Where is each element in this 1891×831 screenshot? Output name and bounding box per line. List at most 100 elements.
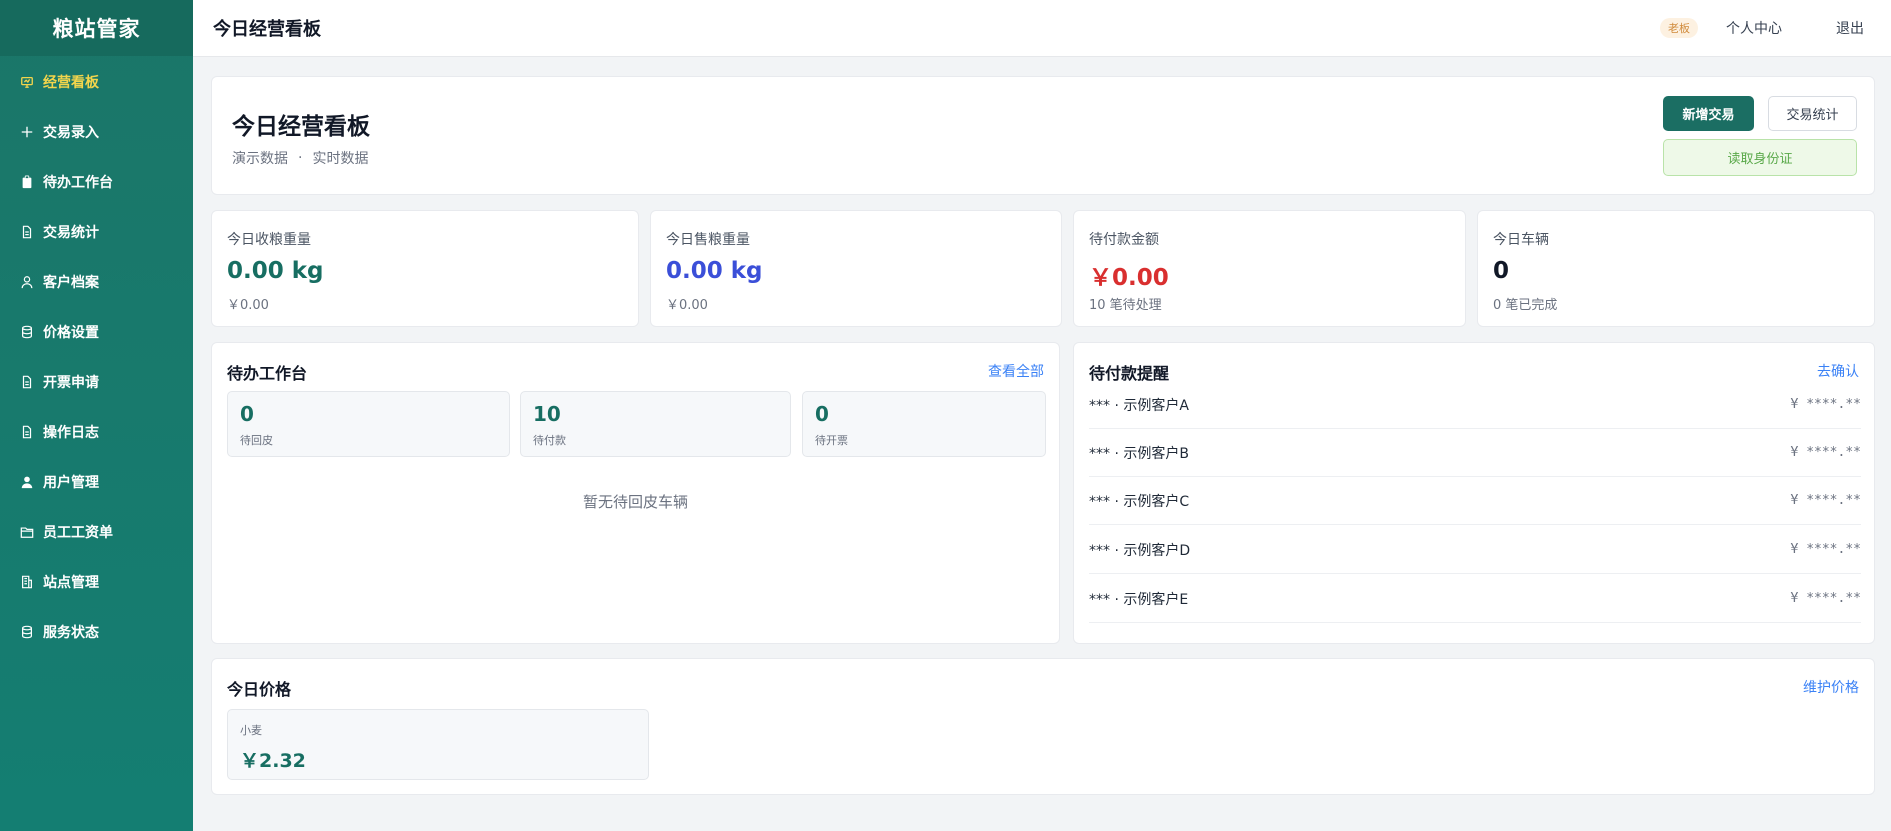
sidebar-item-label: 员工工资单 [43, 525, 113, 541]
document-icon [20, 425, 34, 439]
logout-link[interactable]: 退出 [1836, 18, 1864, 38]
reminder-row[interactable]: *** · 示例客户C ¥ ****.** [1089, 477, 1861, 525]
reminder-amount: ¥ ****.** [1790, 397, 1861, 412]
sidebar-item-label: 经营看板 [43, 75, 99, 91]
empty-message: 暂无待回皮车辆 [582, 493, 688, 511]
todo-item-pending-invoice[interactable]: 0 待开票 [802, 391, 1046, 457]
todo-count: 10 [533, 402, 561, 426]
view-all-link[interactable]: 查看全部 [988, 361, 1044, 381]
stat-label: 今日车辆 [1493, 232, 1549, 248]
sidebar-item-label: 交易统计 [43, 225, 99, 241]
sidebar: 粮站管家 经营看板 交易录入 待办工作台 交易统计 客户档案 价格设置 开票申请… [0, 0, 193, 831]
trade-stats-button[interactable]: 交易统计 [1768, 96, 1857, 131]
maintain-price-link[interactable]: 维护价格 [1803, 677, 1859, 697]
stat-sub: ￥0.00 [227, 298, 269, 313]
todo-item-return-tare[interactable]: 0 待回皮 [227, 391, 510, 457]
sidebar-item-price-settings[interactable]: 价格设置 [0, 307, 193, 357]
sidebar-item-customers[interactable]: 客户档案 [0, 257, 193, 307]
reminder-amount: ¥ ****.** [1790, 493, 1861, 508]
sidebar-item-label: 服务状态 [43, 625, 99, 641]
price-item-wheat: 小麦 ￥2.32 [227, 709, 649, 780]
folder-icon [20, 525, 34, 539]
price-item-name: 小麦 [240, 724, 262, 737]
dashboard-icon [20, 75, 34, 89]
document-icon [20, 225, 34, 239]
stat-card-vehicles: 今日车辆 0 0 笔已完成 [1477, 210, 1875, 327]
hero-title: 今日经营看板 [232, 114, 370, 140]
read-id-card-button[interactable]: 读取身份证 [1663, 139, 1857, 176]
profile-link[interactable]: 个人中心 [1726, 18, 1782, 38]
stat-label: 待付款金额 [1089, 232, 1159, 248]
clipboard-icon [20, 175, 34, 189]
separator: · [298, 150, 303, 166]
reminder-customer: *** · 示例客户E [1089, 591, 1189, 608]
stat-label: 今日售粮重量 [666, 232, 750, 248]
confirm-link[interactable]: 去确认 [1817, 361, 1859, 381]
user-outline-icon [20, 275, 34, 289]
today-price-panel: 今日价格 维护价格 小麦 ￥2.32 [211, 658, 1875, 795]
sidebar-item-label: 交易录入 [43, 125, 99, 141]
stat-value: 0.00 kg [666, 258, 763, 284]
sidebar-item-users[interactable]: 用户管理 [0, 457, 193, 507]
todo-panel: 待办工作台 查看全部 0 待回皮 10 待付款 0 待开票 暂无待回皮车辆 [211, 342, 1060, 644]
reminder-amount: ¥ ****.** [1790, 542, 1861, 557]
sidebar-item-logs[interactable]: 操作日志 [0, 407, 193, 457]
stat-card-purchase-weight: 今日收粮重量 0.00 kg ￥0.00 [211, 210, 639, 327]
realtime-data-label: 实时数据 [312, 151, 369, 167]
reminder-amount: ¥ ****.** [1790, 591, 1861, 606]
reminder-customer: *** · 示例客户C [1089, 493, 1190, 510]
stat-value: ￥0.00 [1089, 265, 1169, 291]
stat-value: 0 [1493, 258, 1510, 284]
stat-sub: 0 笔已完成 [1493, 298, 1558, 313]
payment-reminder-panel: 待付款提醒 去确认 *** · 示例客户A ¥ ****.** *** · 示例… [1073, 342, 1875, 644]
price-title: 今日价格 [227, 680, 292, 699]
todo-label: 待开票 [815, 434, 848, 447]
sidebar-nav: 经营看板 交易录入 待办工作台 交易统计 客户档案 价格设置 开票申请 操作日志… [0, 56, 193, 657]
reminder-row[interactable]: *** · 示例客户D ¥ ****.** [1089, 526, 1861, 574]
reminder-row[interactable]: *** · 示例客户B ¥ ****.** [1089, 429, 1861, 477]
sidebar-item-trade-entry[interactable]: 交易录入 [0, 107, 193, 157]
sidebar-item-stations[interactable]: 站点管理 [0, 557, 193, 607]
plus-icon [20, 125, 34, 139]
brand-title: 粮站管家 [0, 0, 193, 56]
role-badge: 老板 [1660, 18, 1698, 38]
sidebar-item-label: 价格设置 [43, 325, 99, 341]
reminder-customer: *** · 示例客户D [1089, 542, 1191, 559]
sidebar-item-label: 用户管理 [43, 475, 99, 491]
reminder-amount: ¥ ****.** [1790, 445, 1861, 460]
sidebar-item-payroll[interactable]: 员工工资单 [0, 507, 193, 557]
sidebar-item-todo[interactable]: 待办工作台 [0, 157, 193, 207]
topbar: 今日经营看板 老板 个人中心 退出 [193, 0, 1891, 57]
dashboard-hero: 今日经营看板 演示数据 · 实时数据 新增交易 交易统计 读取身份证 [211, 76, 1875, 195]
page-title: 今日经营看板 [213, 19, 321, 40]
sidebar-item-trade-stats[interactable]: 交易统计 [0, 207, 193, 257]
stat-label: 今日收粮重量 [227, 232, 311, 248]
stat-sub: 10 笔待处理 [1089, 298, 1162, 313]
stat-value: 0.00 kg [227, 258, 324, 284]
document-icon [20, 375, 34, 389]
hero-subtitle: 演示数据 · 实时数据 [232, 148, 368, 168]
new-trade-button[interactable]: 新增交易 [1663, 96, 1754, 131]
sidebar-item-label: 站点管理 [43, 575, 99, 591]
sidebar-item-label: 开票申请 [43, 375, 99, 391]
todo-count: 0 [240, 402, 254, 426]
sidebar-item-service-status[interactable]: 服务状态 [0, 607, 193, 657]
todo-title: 待办工作台 [227, 364, 308, 383]
stat-sub: ￥0.00 [666, 298, 708, 313]
reminder-row[interactable]: *** · 示例客户E ¥ ****.** [1089, 575, 1861, 623]
building-icon [20, 575, 34, 589]
sidebar-item-dashboard[interactable]: 经营看板 [0, 57, 193, 107]
reminder-row[interactable]: *** · 示例客户A ¥ ****.** [1089, 381, 1861, 429]
todo-label: 待付款 [533, 434, 566, 447]
todo-label: 待回皮 [240, 434, 273, 447]
todo-item-pending-payment[interactable]: 10 待付款 [520, 391, 791, 457]
sidebar-item-label: 客户档案 [43, 275, 99, 291]
reminder-customer: *** · 示例客户B [1089, 445, 1189, 462]
reminder-customer: *** · 示例客户A [1089, 397, 1189, 414]
sidebar-item-label: 操作日志 [43, 425, 99, 441]
sidebar-item-invoice[interactable]: 开票申请 [0, 357, 193, 407]
database-icon [20, 625, 34, 639]
stat-card-pending-payment: 待付款金额 ￥0.00 10 笔待处理 [1073, 210, 1466, 327]
stat-card-sale-weight: 今日售粮重量 0.00 kg ￥0.00 [650, 210, 1062, 327]
database-icon [20, 325, 34, 339]
